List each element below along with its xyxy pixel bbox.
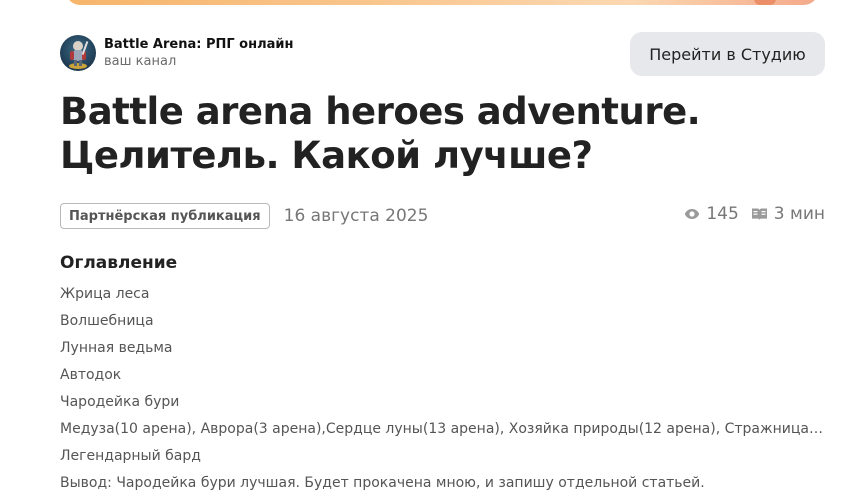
publish-date: 16 августа 2025 [283,206,429,226]
toc-item[interactable]: Вывод: Чародейка бури лучшая. Будет прок… [60,471,825,498]
toc-item[interactable]: Жрица леса [60,282,825,309]
channel-header[interactable]: Battle Arena: РПГ онлайн ваш канал [60,35,293,71]
eye-icon [685,209,700,219]
go-to-studio-button[interactable]: Перейти в Студию [630,32,825,76]
article-meta: Партнёрская публикация 16 августа 2025 [60,203,428,229]
toc-item[interactable]: Чародейка бури [60,390,825,417]
toc-item[interactable]: Волшебница [60,309,825,336]
article-stats: 145 3 мин [684,203,825,225]
read-time: 3 мин [773,204,825,224]
toc-item[interactable]: Автодок [60,363,825,390]
toc-item[interactable]: Лунная ведьма [60,336,825,363]
channel-avatar[interactable] [60,35,96,71]
toc-item[interactable]: Легендарный бард [60,444,825,471]
table-of-contents: Жрица леса Волшебница Лунная ведьма Авто… [60,282,825,498]
channel-subtitle: ваш канал [104,54,177,69]
article-title: Battle arena heroes adventure. Целитель.… [60,90,701,177]
warrior-avatar-icon [69,41,89,69]
views-count: 145 [706,204,739,224]
top-banner [66,0,818,5]
views-stat: 145 [684,204,739,224]
partner-badge[interactable]: Партнёрская публикация [60,203,270,229]
book-icon [751,208,767,220]
read-time-stat: 3 мин [751,204,825,224]
toc-item[interactable]: Медуза(10 арена), Аврора(3 арена),Сердце… [60,417,825,444]
banner-accent [754,0,776,5]
channel-name[interactable]: Battle Arena: РПГ онлайн [104,36,293,53]
toc-title: Оглавление [60,253,178,273]
